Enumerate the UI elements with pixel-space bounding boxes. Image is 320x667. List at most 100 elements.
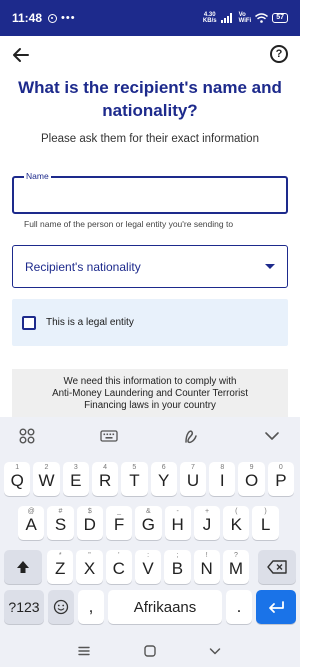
- keyboard-icon[interactable]: [100, 427, 118, 445]
- nationality-select[interactable]: Recipient's nationality: [12, 245, 288, 288]
- key-k[interactable]: (K: [223, 506, 250, 540]
- system-nav-bar: [0, 637, 300, 667]
- compliance-info-line: We need this information to comply with: [63, 376, 237, 387]
- key-hint: +: [204, 508, 210, 515]
- key-r[interactable]: 4R: [91, 462, 119, 496]
- key-v[interactable]: :V: [134, 550, 162, 584]
- key-label: J: [202, 515, 212, 534]
- keyboard-toolbar: [0, 417, 300, 455]
- key-label: W: [38, 471, 55, 490]
- status-right-icons: 4.30 KB/s Vo WiFi 57: [203, 12, 288, 24]
- key-label: A: [25, 515, 37, 534]
- key-label: I: [219, 471, 225, 490]
- period-key[interactable]: .: [226, 590, 252, 624]
- name-field-label: Name: [24, 171, 51, 181]
- status-time: 11:48: [12, 11, 43, 25]
- key-d[interactable]: $ D: [76, 506, 103, 540]
- key-hint: ': [118, 552, 120, 559]
- name-input[interactable]: [22, 188, 277, 202]
- home-square-icon[interactable]: [142, 643, 158, 659]
- emoji-key[interactable]: [48, 590, 74, 624]
- key-z[interactable]: * Z: [47, 550, 74, 584]
- key-label: Y: [158, 471, 170, 490]
- key-hint: ): [264, 508, 267, 515]
- grid-icon[interactable]: [18, 427, 36, 445]
- key-q[interactable]: 1Q: [4, 462, 31, 496]
- key-label: U: [186, 471, 200, 490]
- page-title: What is the recipient's name and nationa…: [18, 78, 282, 120]
- legal-entity-label: This is a legal entity: [46, 317, 134, 328]
- key-t[interactable]: 5T: [121, 462, 148, 496]
- key-label: F: [113, 515, 125, 534]
- key-hint: #: [58, 508, 63, 515]
- key-y[interactable]: 6Y: [150, 462, 177, 496]
- key-e[interactable]: 3E: [62, 462, 89, 496]
- key-hint: :: [147, 552, 150, 559]
- key-p[interactable]: 0P: [267, 462, 295, 496]
- vowifi-line2: WiFi: [238, 18, 252, 24]
- key-label: N: [200, 559, 213, 578]
- key-hint: $: [87, 508, 92, 515]
- key-w[interactable]: 2W: [33, 462, 60, 496]
- key-h[interactable]: -H: [164, 506, 191, 540]
- key-label: Z: [55, 559, 66, 578]
- name-field[interactable]: Name: [12, 171, 288, 214]
- network-speed-unit: KB/s: [202, 18, 217, 24]
- handwriting-icon[interactable]: [182, 427, 200, 445]
- comma-key[interactable]: ,: [78, 590, 104, 624]
- network-speed: 4.30 KB/s: [203, 12, 217, 24]
- key-x[interactable]: " X: [76, 550, 103, 584]
- key-b[interactable]: ; B: [164, 550, 191, 584]
- key-n[interactable]: ! N: [193, 550, 220, 584]
- page-subtitle: Please ask them for their exact informat…: [41, 133, 259, 145]
- key-hint: 8: [220, 464, 225, 471]
- key-hint: 4: [103, 464, 108, 471]
- key-hint: (: [235, 508, 238, 515]
- nationality-select-label: Recipient's nationality: [25, 259, 141, 274]
- legal-entity-checkbox[interactable]: [22, 315, 36, 330]
- status-bar: 11:48 ••• 4.30 KB/s Vo WiFi 57: [0, 0, 300, 36]
- key-o[interactable]: 9O: [238, 462, 265, 496]
- space-key[interactable]: Afrikaans: [108, 590, 222, 624]
- key-a[interactable]: @ A: [18, 506, 45, 540]
- key-hint: ": [88, 552, 91, 559]
- shift-key[interactable]: [4, 550, 42, 584]
- menu-icon[interactable]: [76, 643, 92, 659]
- key-label: P: [275, 471, 287, 490]
- symbols-key[interactable]: ?123: [4, 590, 44, 624]
- key-label: T: [129, 471, 140, 490]
- key-f[interactable]: _ F: [105, 506, 133, 540]
- key-hint: 2: [44, 464, 49, 471]
- key-l[interactable]: ) L: [252, 506, 279, 540]
- back-chevron-icon[interactable]: [207, 643, 223, 659]
- key-s[interactable]: # S: [47, 506, 74, 540]
- key-label: M: [228, 559, 244, 578]
- key-label: O: [244, 471, 259, 490]
- key-label: K: [230, 515, 242, 534]
- key-g[interactable]: & G: [135, 506, 162, 540]
- enter-icon: [269, 601, 284, 613]
- key-label: D: [83, 515, 96, 534]
- key-j[interactable]: + J: [193, 506, 221, 540]
- chevron-down-icon[interactable]: [263, 427, 281, 445]
- key-hint: 7: [191, 464, 195, 471]
- battery-indicator: 57: [272, 13, 288, 23]
- status-left-icons: •••: [48, 12, 76, 24]
- key-i[interactable]: 8I: [209, 462, 236, 496]
- backspace-icon: [267, 560, 287, 574]
- key-label: H: [171, 515, 184, 534]
- name-helper-text: Full name of the person or legal entity …: [24, 219, 234, 229]
- key-m[interactable]: ? M: [222, 550, 250, 584]
- key-hint: !: [205, 552, 208, 559]
- backspace-key[interactable]: [258, 550, 296, 584]
- key-u[interactable]: 7U: [179, 462, 207, 496]
- arrow-left-icon[interactable]: [10, 44, 32, 66]
- wifi-icon: [255, 13, 269, 23]
- key-label: E: [70, 471, 82, 490]
- key-hint: @: [27, 508, 35, 515]
- enter-key[interactable]: [256, 590, 296, 624]
- question-circle-icon[interactable]: ?: [270, 45, 288, 63]
- key-c[interactable]: ' C: [105, 550, 132, 584]
- key-label: L: [260, 515, 271, 534]
- legal-entity-row[interactable]: This is a legal entity: [12, 299, 288, 346]
